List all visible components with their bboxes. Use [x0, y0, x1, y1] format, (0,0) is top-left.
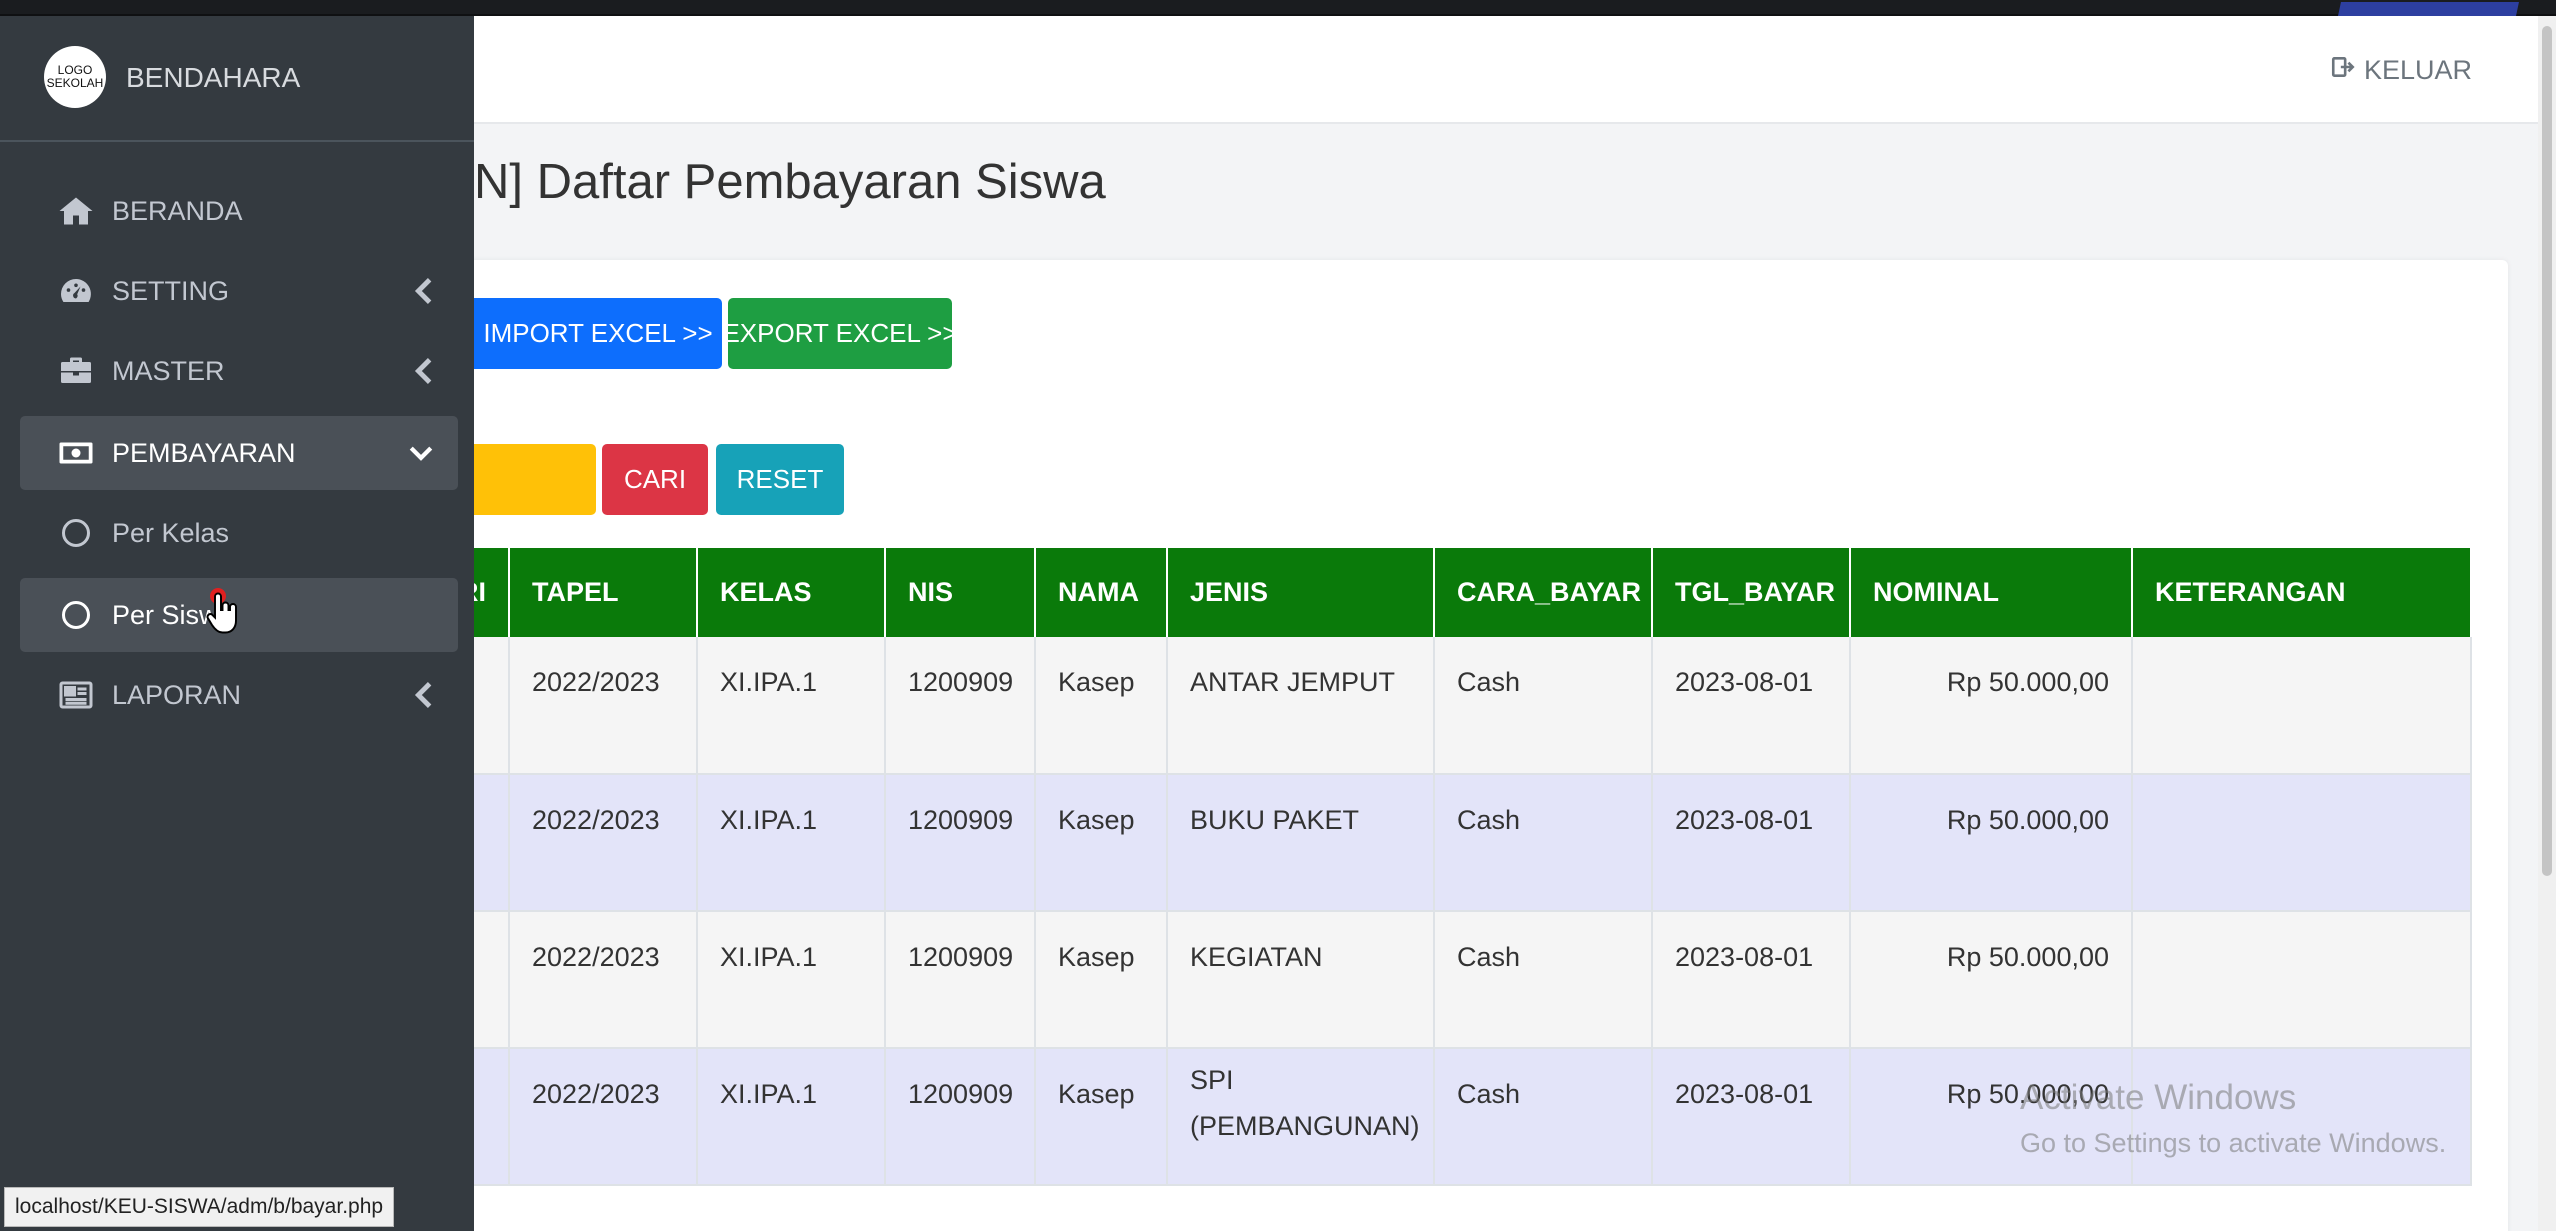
cell-tgl-bayar: 2023-08-01 [1652, 1048, 1851, 1186]
sidebar-item-label: LAPORAN [112, 679, 242, 710]
sidebar-item-label: SETTING [112, 275, 230, 306]
cell-nominal: Rp 50.000,00 [1850, 774, 2133, 912]
sidebar-subitem-per-kelas[interactable]: Per Kelas [20, 496, 458, 570]
sidebar-item-beranda[interactable]: BERANDA [20, 174, 458, 248]
cell-nis: 1200909 [885, 911, 1036, 1049]
hand-cursor-icon [206, 592, 237, 634]
logout-button[interactable]: KELUAR [2330, 54, 2472, 87]
sidebar-item-label: BERANDA [112, 195, 243, 226]
cell-tapel: 2022/2023 [509, 774, 698, 912]
col-kelas: KELAS [697, 548, 886, 637]
cell-nis: 1200909 [885, 637, 1036, 775]
cell-keterangan [2132, 911, 2472, 1049]
table-row: 2022/2023 XI.IPA.1 1200909 Kasep ANTAR J… [474, 637, 2472, 775]
sidebar-item-pembayaran[interactable]: PEMBAYARAN [20, 416, 458, 490]
cell-jenis: KEGIATAN [1167, 911, 1435, 1049]
top-navbar: KELUAR [474, 16, 2538, 124]
chevron-down-icon [409, 446, 433, 461]
circle-icon [56, 513, 96, 553]
cell-kelas: XI.IPA.1 [697, 911, 886, 1049]
money-bill-icon [56, 433, 96, 473]
cell-jenis: BUKU PAKET [1167, 774, 1435, 912]
cell-nominal: Rp 50.000,00 [1850, 911, 2133, 1049]
page-title: N] Daftar Pembayaran Siswa [474, 155, 1106, 209]
chevron-left-icon [414, 278, 432, 304]
search-button[interactable]: CARI [602, 444, 708, 515]
school-logo: LOGO SEKOLAH [44, 46, 106, 108]
cell-nama: Kasep [1035, 1048, 1168, 1186]
cell-jenis: ANTAR JEMPUT [1167, 637, 1435, 775]
cell-entri [474, 637, 510, 775]
briefcase-icon [56, 351, 96, 391]
cell-tapel: 2022/2023 [509, 1048, 698, 1186]
sidebar-item-master[interactable]: MASTER [20, 334, 458, 408]
cell-tapel: 2022/2023 [509, 911, 698, 1049]
col-nama: NAMA [1035, 548, 1168, 637]
sidebar-item-laporan[interactable]: LAPORAN [20, 658, 458, 732]
logo-text-line2: SEKOLAH [46, 76, 104, 90]
cell-cara-bayar: Cash [1434, 774, 1653, 912]
cell-entri [474, 911, 510, 1049]
brand-link[interactable]: LOGO SEKOLAH BENDAHARA [0, 16, 474, 142]
export-excel-button[interactable]: EXPORT EXCEL >> [722, 298, 958, 369]
cell-nis: 1200909 [885, 1048, 1036, 1186]
cell-cara-bayar: Cash [1434, 911, 1653, 1049]
reset-button[interactable]: RESET [716, 444, 844, 515]
home-icon [56, 191, 96, 231]
cell-kelas: XI.IPA.1 [697, 1048, 886, 1186]
cell-jenis: SPI (PEMBANGUNAN) [1167, 1048, 1435, 1186]
cell-nama: Kasep [1035, 637, 1168, 775]
vertical-scrollbar[interactable] [2538, 16, 2556, 1231]
cell-nis: 1200909 [885, 774, 1036, 912]
logout-label: KELUAR [2363, 55, 2472, 85]
brand-name: BENDAHARA [126, 62, 301, 93]
col-keterangan: KETERANGAN [2132, 548, 2472, 637]
watermark-title: Activate Windows [2020, 1078, 2297, 1117]
cell-nama: Kasep [1035, 911, 1168, 1049]
sidebar-item-label: Per Kelas [112, 517, 230, 548]
newspaper-icon [56, 675, 96, 715]
col-entri: ENTRI [474, 548, 510, 637]
cell-entri [474, 1048, 510, 1186]
cell-nama: Kasep [1035, 774, 1168, 912]
col-nis: NIS [885, 548, 1036, 637]
cell-tapel: 2022/2023 [509, 637, 698, 775]
col-jenis: JENIS [1167, 548, 1435, 637]
chevron-left-icon [414, 682, 432, 708]
cell-tgl-bayar: 2023-08-01 [1652, 637, 1851, 775]
chevron-left-icon [414, 358, 432, 384]
cell-cara-bayar: Cash [1434, 637, 1653, 775]
table-row: 2022/2023 XI.IPA.1 1200909 Kasep BUKU PA… [474, 774, 2472, 912]
search-select[interactable] [474, 444, 596, 515]
table-row: 2022/2023 XI.IPA.1 1200909 Kasep KEGIATA… [474, 911, 2472, 1049]
cell-keterangan [2132, 637, 2472, 775]
cell-nominal: Rp 50.000,00 [1850, 637, 2133, 775]
cell-keterangan [2132, 774, 2472, 912]
cell-cara-bayar: Cash [1434, 1048, 1653, 1186]
col-tapel: TAPEL [509, 548, 698, 637]
cell-tgl-bayar: 2023-08-01 [1652, 774, 1851, 912]
watermark-subtitle: Go to Settings to activate Windows. [2020, 1128, 2447, 1158]
cell-entri [474, 774, 510, 912]
col-cara-bayar: CARA_BAYAR [1434, 548, 1653, 637]
sidebar-item-label: PEMBAYARAN [112, 437, 296, 468]
cell-tgl-bayar: 2023-08-01 [1652, 911, 1851, 1049]
col-tgl-bayar: TGL_BAYAR [1652, 548, 1851, 637]
scrollbar-thumb[interactable] [2542, 26, 2552, 876]
main-content: KELUAR N] Daftar Pembayaran Siswa IMPORT… [474, 16, 2538, 1231]
tachometer-icon [56, 271, 96, 311]
sidebar-item-label: MASTER [112, 355, 225, 386]
table-header-row: ENTRI TAPEL KELAS NIS NAMA JENIS CARA_BA… [474, 548, 2472, 637]
cell-kelas: XI.IPA.1 [697, 637, 886, 775]
sidebar-item-setting[interactable]: SETTING [20, 254, 458, 328]
browser-top-strip [0, 0, 2556, 30]
cell-kelas: XI.IPA.1 [697, 774, 886, 912]
windows-activation-watermark: Activate Windows Go to Settings to activ… [2020, 1078, 2446, 1159]
sign-out-icon [2330, 54, 2356, 87]
import-excel-button[interactable]: IMPORT EXCEL >> [474, 298, 722, 369]
status-bar-url: localhost/KEU-SISWA/adm/b/bayar.php [4, 1187, 395, 1227]
circle-icon [56, 595, 96, 635]
col-nominal: NOMINAL [1850, 548, 2133, 637]
